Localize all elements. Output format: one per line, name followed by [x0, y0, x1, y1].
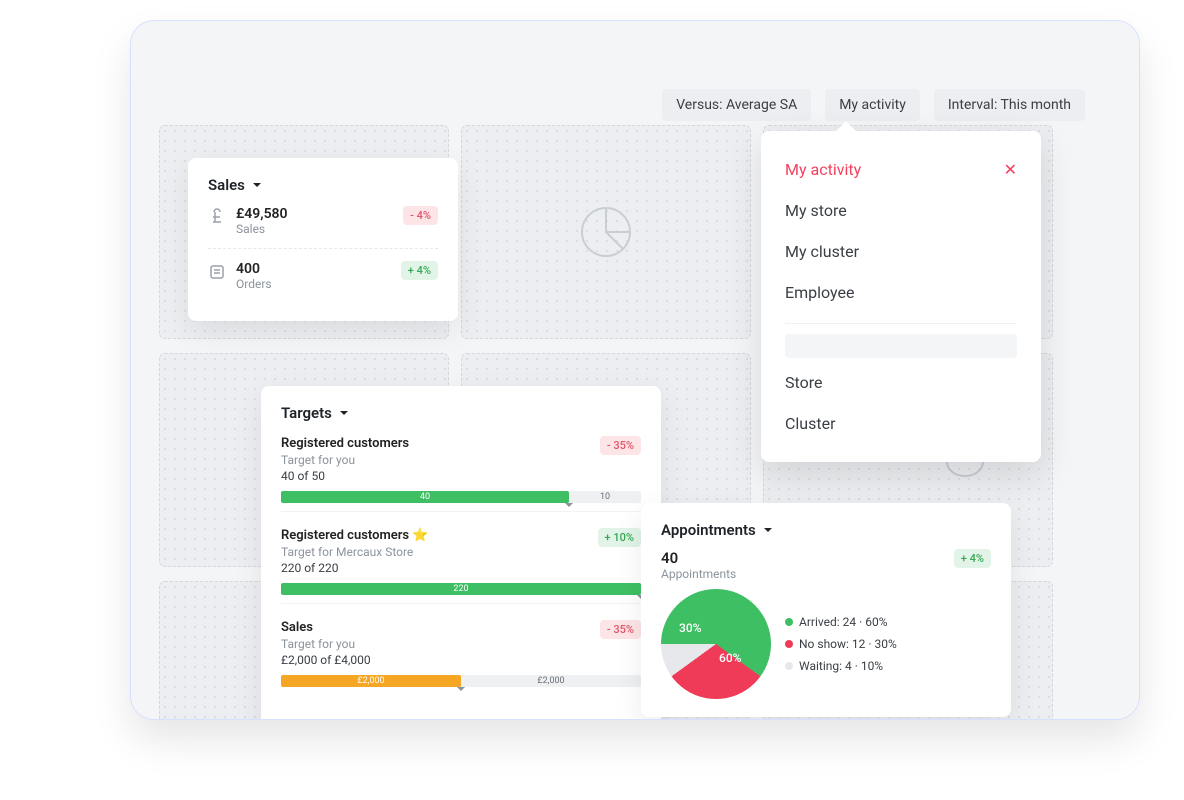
pie-legend: Arrived: 24 · 60% No show: 12 · 30% Waitin… — [785, 615, 897, 673]
appointments-card-title[interactable]: Appointments — [661, 521, 991, 539]
dropdown-item[interactable]: My store — [761, 190, 1041, 231]
orders-metric: 400 Orders + 4% — [208, 248, 438, 303]
orders-value-label: Orders — [236, 277, 391, 291]
legend-label: No show: 12 · 30% — [799, 637, 897, 651]
appointments-count-label: Appointments — [661, 567, 736, 581]
target-title: Sales — [281, 620, 371, 635]
target-title: Registered customers — [281, 436, 409, 451]
target-delta-badge: + 10% — [598, 528, 641, 547]
interval-filter[interactable]: Interval: This month — [934, 89, 1085, 121]
orders-value: 400 — [236, 261, 391, 277]
target-subtitle: Target for you — [281, 453, 409, 467]
target-item: Sales Target for you £2,000 of £4,000 - 35%… — [281, 603, 641, 695]
target-delta-badge: - 35% — [600, 436, 641, 455]
target-progress-text: £2,000 of £4,000 — [281, 653, 371, 667]
divider — [785, 323, 1017, 324]
appointments-count: 40 — [661, 549, 736, 567]
legend-row: Arrived: 24 · 60% — [785, 615, 897, 629]
dropdown-item[interactable]: My activity✕ — [761, 149, 1041, 190]
activity-filter[interactable]: My activity — [825, 89, 920, 121]
dropdown-item[interactable]: Store — [761, 362, 1041, 403]
activity-dropdown: My activity✕My storeMy clusterEmployee S… — [761, 131, 1041, 462]
target-progress-text: 220 of 220 — [281, 561, 429, 575]
targets-card-title[interactable]: Targets — [281, 404, 641, 422]
legend-row: Waiting: 4 · 10% — [785, 659, 897, 673]
sales-metric: £49,580 Sales - 4% — [208, 194, 438, 248]
target-progress-text: 40 of 50 — [281, 469, 409, 483]
dashboard-window: Versus: Average SA My activity Interval:… — [130, 20, 1140, 720]
sales-value-label: Sales — [236, 222, 393, 236]
dropdown-item[interactable]: Cluster — [761, 403, 1041, 444]
legend-label: Waiting: 4 · 10% — [799, 659, 883, 673]
legend-dot — [785, 618, 793, 626]
target-title: Registered customers ⭐ — [281, 528, 429, 543]
target-progress-bar: 220 — [281, 583, 641, 595]
orders-delta-badge: + 4% — [401, 261, 438, 280]
close-icon[interactable]: ✕ — [1004, 160, 1017, 179]
target-subtitle: Target for you — [281, 637, 371, 651]
target-progress-bar: 4010 — [281, 491, 641, 503]
appointments-delta-badge: + 4% — [954, 549, 991, 568]
sales-delta-badge: - 4% — [403, 206, 438, 225]
dropdown-item[interactable]: Employee — [761, 272, 1041, 313]
pie-slice-label: 60% — [719, 651, 741, 665]
appointments-card: Appointments 40 Appointments + 4% 60% 30%… — [641, 503, 1011, 717]
pound-icon — [208, 208, 226, 226]
legend-dot — [785, 640, 793, 648]
pie-chart-icon — [576, 202, 636, 262]
target-item: Registered customers Target for you 40 of … — [281, 422, 641, 511]
appointments-pie-chart: 60% 30% — [661, 589, 771, 699]
target-item: Registered customers ⭐ Target for Mercaux… — [281, 511, 641, 603]
sales-card-title[interactable]: Sales — [208, 176, 438, 194]
sales-value: £49,580 — [236, 206, 393, 222]
target-subtitle: Target for Mercaux Store — [281, 545, 429, 559]
placeholder-tile-pie — [461, 125, 751, 339]
target-delta-badge: - 35% — [600, 620, 641, 639]
filter-bar: Versus: Average SA My activity Interval:… — [662, 89, 1085, 121]
legend-label: Arrived: 24 · 60% — [799, 615, 887, 629]
dropdown-search[interactable] — [785, 334, 1017, 358]
versus-filter[interactable]: Versus: Average SA — [662, 89, 811, 121]
legend-row: No show: 12 · 30% — [785, 637, 897, 651]
orders-icon — [208, 263, 226, 281]
targets-card: Targets Registered customers Target for y… — [261, 386, 661, 720]
legend-dot — [785, 662, 793, 670]
pie-slice-label: 30% — [679, 621, 701, 635]
sales-card: Sales £49,580 Sales - 4% 400 Orders + 4% — [188, 158, 458, 321]
dropdown-item[interactable]: My cluster — [761, 231, 1041, 272]
target-progress-bar: £2,000£2,000 — [281, 675, 641, 687]
